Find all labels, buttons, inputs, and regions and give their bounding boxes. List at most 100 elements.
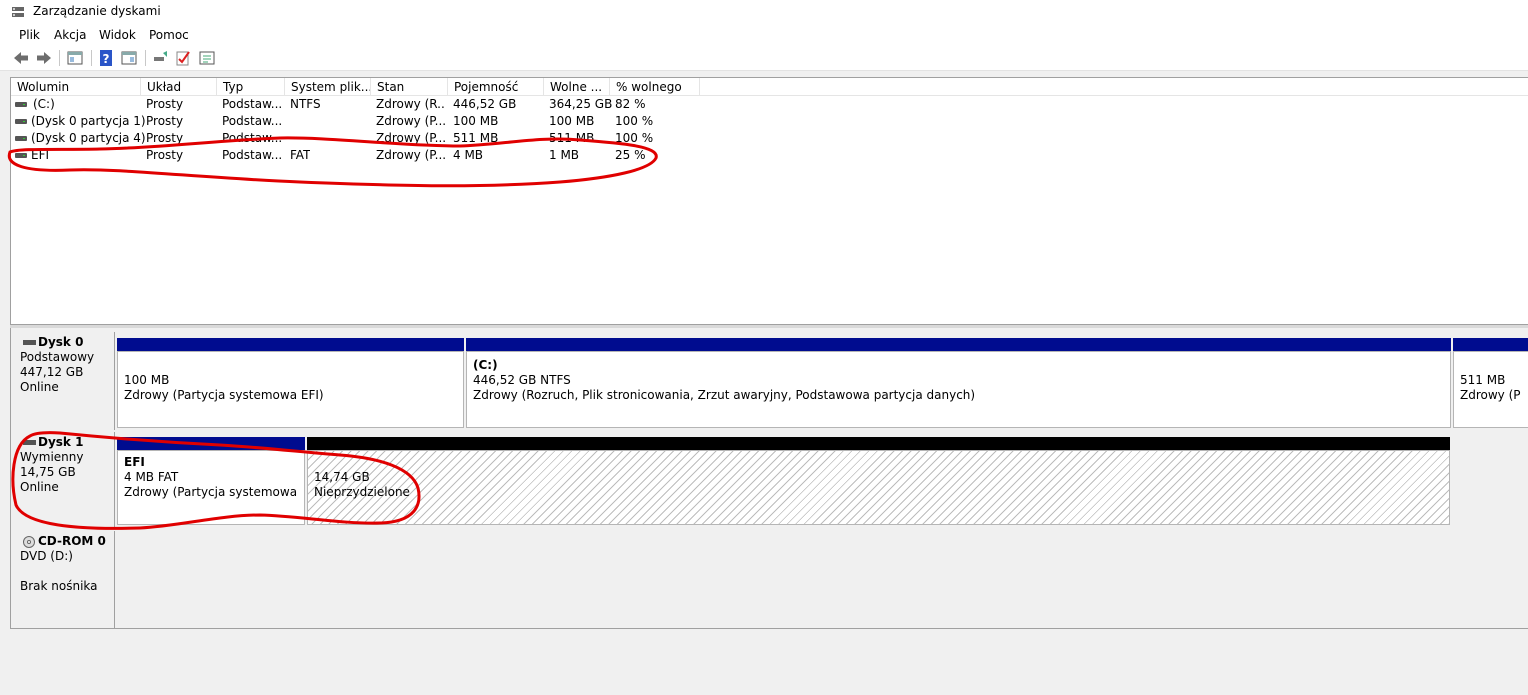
partition-size: 14,74 GB bbox=[314, 470, 370, 484]
volume-status: Zdrowy (P... bbox=[376, 114, 446, 128]
volume-type: Podstaw... bbox=[222, 97, 282, 111]
menu-action[interactable]: Akcja bbox=[52, 26, 88, 44]
drive-icon bbox=[15, 119, 27, 124]
volume-percent-free: 25 % bbox=[615, 148, 646, 162]
volume-list[interactable]: Wolumin Układ Typ System plik... Stan Po… bbox=[10, 77, 1528, 325]
partition-size: 511 MB bbox=[1460, 373, 1506, 387]
volume-capacity: 446,52 GB bbox=[453, 97, 517, 111]
volume-percent-free: 100 % bbox=[615, 131, 654, 145]
partition-size: 100 MB bbox=[124, 373, 170, 387]
column-header-capacity[interactable]: Pojemność bbox=[448, 78, 544, 96]
volume-name: (C:) bbox=[33, 97, 55, 111]
volume-type: Podstaw... bbox=[222, 148, 282, 162]
volume-row[interactable]: (Dysk 0 partycja 4) Prosty Podstaw... Zd… bbox=[11, 130, 1528, 147]
volume-row[interactable]: (Dysk 0 partycja 1) Prosty Podstaw... Zd… bbox=[11, 113, 1528, 130]
volume-capacity: 511 MB bbox=[453, 131, 499, 145]
disk-label[interactable]: Dysk 0 Podstawowy 447,12 GB Online bbox=[11, 332, 115, 430]
unallocated-space[interactable]: 14,74 GB Nieprzydzielone bbox=[307, 437, 1450, 525]
partition-recovery[interactable]: 511 MB Zdrowy (P bbox=[1453, 338, 1528, 428]
volume-name: (Dysk 0 partycja 1) bbox=[31, 114, 146, 128]
column-header-filesystem[interactable]: System plik... bbox=[285, 78, 371, 96]
volume-filesystem: NTFS bbox=[290, 97, 321, 111]
volume-filesystem: FAT bbox=[290, 148, 311, 162]
forward-icon[interactable] bbox=[35, 49, 53, 67]
partition-title: EFI bbox=[124, 455, 145, 469]
disk-label[interactable]: CD-ROM 0 DVD (D:) Brak nośnika bbox=[11, 531, 115, 628]
menu-file[interactable]: Plik bbox=[17, 26, 42, 44]
volume-type: Podstaw... bbox=[222, 131, 282, 145]
disk-state: Online bbox=[20, 380, 59, 394]
menu-bar: Plik Akcja Widok Pomoc bbox=[0, 24, 1528, 45]
disk-name-wrap: CD-ROM 0 bbox=[20, 534, 114, 549]
partition-status: Zdrowy (Partycja systemowa EFI) bbox=[124, 485, 305, 499]
disk-state: Online bbox=[20, 480, 59, 494]
disk-kind: DVD (D:) bbox=[20, 549, 73, 563]
properties-icon[interactable] bbox=[120, 49, 138, 67]
disk-label[interactable]: Dysk 1 Wymienny 14,75 GB Online bbox=[11, 432, 115, 527]
disk-row-cdrom: CD-ROM 0 DVD (D:) Brak nośnika bbox=[11, 531, 1528, 628]
volume-capacity: 100 MB bbox=[453, 114, 499, 128]
partition-size: 4 MB FAT bbox=[124, 470, 179, 484]
partition-body: 100 MB Zdrowy (Partycja systemowa EFI) bbox=[117, 351, 464, 428]
console-tree-icon[interactable] bbox=[66, 49, 84, 67]
column-header-percent-free[interactable]: % wolnego bbox=[610, 78, 700, 96]
toolbar-separator bbox=[59, 50, 60, 66]
back-icon[interactable] bbox=[12, 49, 30, 67]
disk-icon bbox=[23, 440, 36, 445]
disk-name-wrap: Dysk 1 bbox=[20, 435, 114, 450]
partition-status: Nieprzydzielone bbox=[314, 485, 410, 499]
column-header-free[interactable]: Wolne ... bbox=[544, 78, 610, 96]
volume-free: 511 MB bbox=[549, 131, 595, 145]
toolbar-separator bbox=[91, 50, 92, 66]
disk-state: Brak nośnika bbox=[20, 579, 98, 593]
disk-graphical-view: Dysk 0 Podstawowy 447,12 GB Online 100 M… bbox=[10, 328, 1528, 628]
partition-bar bbox=[117, 338, 464, 351]
volume-free: 364,25 GB bbox=[549, 97, 613, 111]
list-icon[interactable] bbox=[198, 49, 216, 67]
graph-pane-border bbox=[10, 628, 1528, 629]
volume-layout: Prosty bbox=[146, 131, 184, 145]
column-header-type[interactable]: Typ bbox=[217, 78, 285, 96]
column-header-volume[interactable]: Wolumin bbox=[11, 78, 141, 96]
volume-type: Podstaw... bbox=[222, 114, 282, 128]
menu-help[interactable]: Pomoc bbox=[147, 26, 191, 44]
cdrom-icon bbox=[23, 536, 35, 548]
partition-efi[interactable]: EFI 4 MB FAT Zdrowy (Partycja systemowa … bbox=[117, 437, 305, 525]
volume-layout: Prosty bbox=[146, 97, 184, 111]
disk-size: 14,75 GB bbox=[20, 465, 76, 479]
partition-body: EFI 4 MB FAT Zdrowy (Partycja systemowa … bbox=[117, 450, 305, 525]
title-bar: Zarządzanie dyskami bbox=[0, 0, 1528, 24]
volume-status: Zdrowy (P... bbox=[376, 131, 446, 145]
column-header-status[interactable]: Stan bbox=[371, 78, 448, 96]
check-icon[interactable] bbox=[174, 49, 192, 67]
drive-icon bbox=[15, 153, 27, 158]
disk-kind: Podstawowy bbox=[20, 350, 95, 364]
disk-row-1: Dysk 1 Wymienny 14,75 GB Online EFI 4 MB… bbox=[11, 432, 1528, 527]
partition-status: Zdrowy (P bbox=[1460, 388, 1521, 402]
partition-bar bbox=[466, 338, 1451, 351]
volume-name: EFI bbox=[31, 148, 50, 162]
disk-kind: Wymienny bbox=[20, 450, 84, 464]
toolbar-separator bbox=[145, 50, 146, 66]
volume-layout: Prosty bbox=[146, 148, 184, 162]
partition-body: (C:) 446,52 GB NTFS Zdrowy (Rozruch, Pli… bbox=[466, 351, 1451, 428]
disk-name: CD-ROM 0 bbox=[38, 534, 106, 548]
disk-icon bbox=[23, 340, 36, 345]
volume-row[interactable]: EFI Prosty Podstaw... FAT Zdrowy (P... 4… bbox=[11, 147, 1528, 164]
column-header-layout[interactable]: Układ bbox=[141, 78, 217, 96]
menu-view[interactable]: Widok bbox=[97, 26, 138, 44]
partition-title: (C:) bbox=[473, 358, 498, 372]
partition-bar bbox=[307, 437, 1450, 450]
volume-free: 100 MB bbox=[549, 114, 595, 128]
disk-name-wrap: Dysk 0 bbox=[20, 335, 114, 350]
help-icon[interactable]: ? bbox=[97, 49, 115, 67]
svg-text:?: ? bbox=[103, 52, 110, 66]
connect-icon[interactable] bbox=[151, 49, 169, 67]
partition-efi-system[interactable]: 100 MB Zdrowy (Partycja systemowa EFI) bbox=[117, 338, 464, 428]
drive-icon bbox=[15, 102, 27, 107]
volume-free: 1 MB bbox=[549, 148, 580, 162]
volume-percent-free: 100 % bbox=[615, 114, 654, 128]
volume-list-header: Wolumin Układ Typ System plik... Stan Po… bbox=[11, 78, 1528, 96]
partition-c[interactable]: (C:) 446,52 GB NTFS Zdrowy (Rozruch, Pli… bbox=[466, 338, 1451, 428]
volume-row[interactable]: (C:) Prosty Podstaw... NTFS Zdrowy (R...… bbox=[11, 96, 1528, 113]
